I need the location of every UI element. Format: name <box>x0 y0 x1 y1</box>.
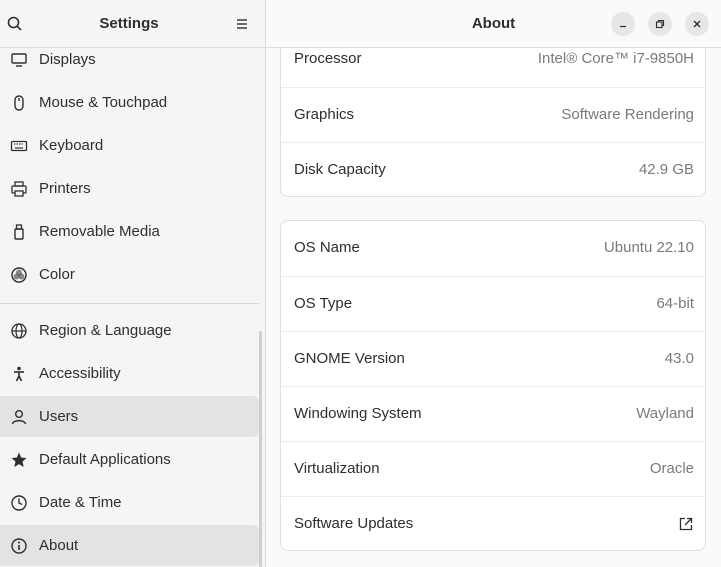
row-key: Processor <box>294 50 362 67</box>
accessibility-icon <box>10 365 28 383</box>
maximize-button[interactable] <box>648 12 672 36</box>
sidebar-item-color[interactable]: Color <box>0 254 259 295</box>
sidebar-item-label: Date & Time <box>39 494 122 511</box>
sidebar-title: Settings <box>99 15 159 32</box>
sidebar-item-about[interactable]: About <box>0 525 259 566</box>
sidebar-item-label: Printers <box>39 180 91 197</box>
row-value: 43.0 <box>664 350 694 367</box>
minimize-icon <box>620 25 626 28</box>
sidebar-item-displays[interactable]: Displays <box>0 48 259 80</box>
sidebar-scrollbar[interactable] <box>259 331 262 567</box>
sidebar-item-label: Keyboard <box>39 137 104 154</box>
sidebar-item-region-language[interactable]: Region & Language <box>0 310 259 351</box>
info-row-os-type: OS Type 64-bit <box>281 276 705 331</box>
sidebar-item-keyboard[interactable]: Keyboard <box>0 125 259 166</box>
hamburger-menu-icon[interactable] <box>233 15 251 33</box>
row-key: Windowing System <box>294 405 422 422</box>
sidebar-item-label: Users <box>39 408 79 425</box>
software-card: OS Name Ubuntu 22.10 OS Type 64-bit GNOM… <box>280 220 706 551</box>
row-value: Software Rendering <box>561 106 694 123</box>
star-icon <box>10 451 28 469</box>
sidebar-separator <box>0 303 259 304</box>
sidebar-item-label: Mouse & Touchpad <box>39 94 168 111</box>
sidebar-item-label: Color <box>39 266 75 283</box>
sidebar-item-accessibility[interactable]: Accessibility <box>0 353 259 394</box>
close-button[interactable] <box>685 12 709 36</box>
sidebar-item-printers[interactable]: Printers <box>0 168 259 209</box>
minimize-button[interactable] <box>611 12 635 36</box>
info-row-disk-capacity: Disk Capacity 42.9 GB <box>281 142 705 196</box>
sidebar-item-date-time[interactable]: Date & Time <box>0 482 259 523</box>
display-icon <box>10 51 28 69</box>
main-header: About <box>266 0 721 48</box>
sidebar-item-label: Displays <box>39 51 96 68</box>
row-value: Oracle <box>649 460 694 477</box>
software-updates-row[interactable]: Software Updates <box>281 496 705 550</box>
sidebar-item-default-applications[interactable]: Default Applications <box>0 439 259 480</box>
info-row-gnome-version: GNOME Version 43.0 <box>281 331 705 386</box>
sidebar-item-mouse-touchpad[interactable]: Mouse & Touchpad <box>0 82 259 123</box>
removable-media-icon <box>10 223 28 241</box>
sidebar-item-removable-media[interactable]: Removable Media <box>0 211 259 252</box>
info-row-graphics: Graphics Software Rendering <box>281 87 705 142</box>
row-value: Wayland <box>636 405 694 422</box>
row-value: Intel® Core™ i7-9850H <box>537 50 694 67</box>
mouse-icon <box>10 94 28 112</box>
sidebar-item-label: Accessibility <box>39 365 121 382</box>
row-key: Software Updates <box>294 515 414 532</box>
row-key: Graphics <box>294 106 355 123</box>
sidebar-item-label: Region & Language <box>39 322 172 339</box>
info-row-virtualization: Virtualization Oracle <box>281 441 705 496</box>
info-icon <box>10 537 28 555</box>
main-panel: About Processor Intel® Core™ i7-9850H Gr… <box>266 0 721 567</box>
external-link-icon <box>678 516 694 532</box>
close-icon <box>693 20 701 28</box>
keyboard-icon <box>10 137 28 155</box>
row-key: GNOME Version <box>294 350 405 367</box>
row-value: Ubuntu 22.10 <box>603 239 694 256</box>
sidebar-item-label: About <box>39 537 79 554</box>
sidebar-header: Settings <box>0 0 265 48</box>
row-key: Disk Capacity <box>294 161 386 178</box>
sidebar-item-label: Removable Media <box>39 223 160 240</box>
globe-icon <box>10 322 28 340</box>
clock-icon <box>10 494 28 512</box>
printer-icon <box>10 180 28 198</box>
info-row-os-name: OS Name Ubuntu 22.10 <box>281 221 705 276</box>
color-icon <box>10 266 28 284</box>
row-key: OS Name <box>294 239 360 256</box>
info-row-windowing-system: Windowing System Wayland <box>281 386 705 441</box>
row-key: Virtualization <box>294 460 380 477</box>
restore-icon <box>655 19 665 29</box>
row-value: 42.9 GB <box>638 161 694 178</box>
row-key: OS Type <box>294 295 353 312</box>
sidebar-item-users[interactable]: Users <box>0 396 259 437</box>
sidebar-list: Displays Mouse & Touchpad Keyboard Print… <box>0 48 265 567</box>
sidebar-item-label: Default Applications <box>39 451 171 468</box>
sidebar: Settings Displays Mouse & Touchpad Keybo… <box>0 0 266 567</box>
row-value: 64-bit <box>656 295 694 312</box>
users-icon <box>10 408 28 426</box>
